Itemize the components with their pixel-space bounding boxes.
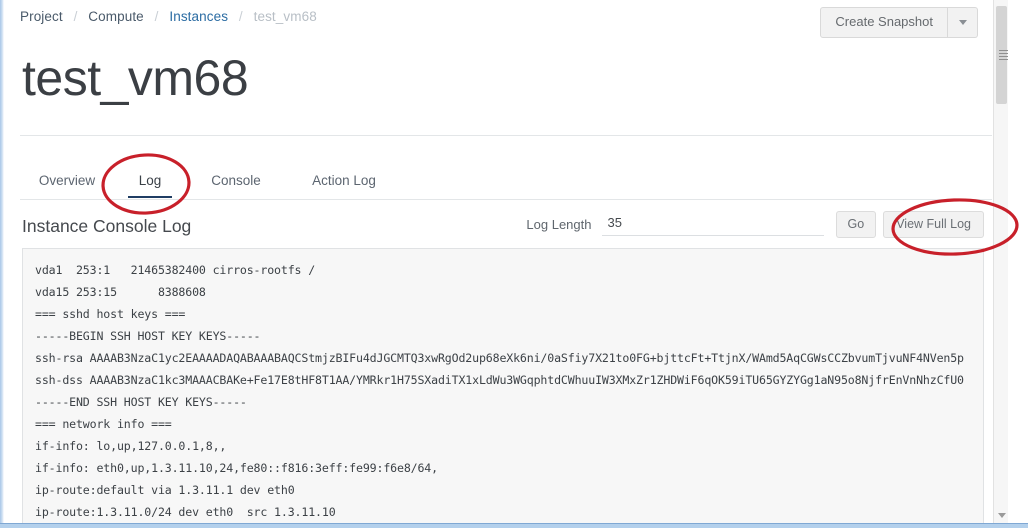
breadcrumb: Project / Compute / Instances / test_vm6…: [20, 9, 317, 24]
log-line: ip-route:1.3.11.0/24 dev eth0 src 1.3.11…: [35, 505, 336, 519]
log-line: === sshd host keys ===: [35, 307, 186, 321]
page-title: test_vm68: [22, 50, 249, 106]
grip-lines-icon: [999, 50, 1008, 60]
breadcrumb-separator: /: [154, 9, 159, 24]
log-length-input[interactable]: [601, 212, 824, 236]
log-line: if-info: lo,up,127.0.0.1,8,,: [35, 439, 227, 453]
actions-dropdown-button[interactable]: [948, 7, 978, 39]
tab-action-log[interactable]: Action Log: [286, 166, 402, 197]
log-line: -----BEGIN SSH HOST KEY KEYS-----: [35, 329, 261, 343]
breadcrumb-separator: /: [73, 9, 78, 24]
log-line: ssh-rsa AAAAB3NzaC1yc2EAAAADAQABAAABAQCS…: [35, 351, 964, 365]
breadcrumb-item-instances[interactable]: Instances: [169, 9, 228, 24]
breadcrumb-separator: /: [238, 9, 243, 24]
tab-console[interactable]: Console: [186, 166, 286, 197]
scrollbar-thumb[interactable]: [996, 6, 1008, 104]
section-heading-instance-console-log: Instance Console Log: [22, 216, 192, 236]
breadcrumb-item-project[interactable]: Project: [20, 9, 63, 24]
browser-viewport: Project / Compute / Instances / test_vm6…: [0, 0, 1028, 528]
log-line: vda1 253:1 21465382400 cirros-rootfs /: [35, 263, 316, 277]
window-bottom-edge: [0, 523, 1028, 528]
tab-overview[interactable]: Overview: [20, 166, 114, 197]
log-line: -----END SSH HOST KEY KEYS-----: [35, 395, 247, 409]
log-line: ssh-dss AAAAB3NzaC1kc3MAAACBAKe+Fe17E8tH…: [35, 373, 964, 387]
log-line: ip-route:default via 1.3.11.1 dev eth0: [35, 483, 295, 497]
view-full-log-button[interactable]: View Full Log: [883, 210, 984, 238]
log-length-label: Log Length: [526, 216, 592, 232]
console-log-panel[interactable]: vda1 253:1 21465382400 cirros-rootfs / v…: [22, 248, 984, 523]
chevron-down-icon: [958, 20, 967, 26]
instance-detail-page: Project / Compute / Instances / test_vm6…: [4, 0, 1008, 523]
log-length-controls: Log Length Go View Full Log: [526, 210, 984, 238]
page-scrollbar[interactable]: [993, 0, 1008, 523]
tab-log[interactable]: Log: [114, 166, 186, 198]
breadcrumb-item-current: test_vm68: [253, 9, 317, 24]
breadcrumb-item-compute[interactable]: Compute: [88, 9, 143, 24]
log-line: if-info: eth0,up,1.3.11.10,24,fe80::f816…: [35, 461, 438, 475]
instance-actions-group: Create Snapshot: [820, 7, 978, 39]
go-button[interactable]: Go: [835, 210, 877, 238]
log-line: vda15 253:15 8388608: [35, 285, 206, 299]
page-header: test_vm68: [20, 50, 992, 136]
create-snapshot-button[interactable]: Create Snapshot: [820, 7, 948, 39]
header-divider: [20, 135, 992, 136]
log-line: === network info ===: [35, 417, 172, 431]
detail-tabs: Overview Log Console Action Log: [20, 166, 992, 200]
chevron-down-icon[interactable]: [998, 513, 1006, 518]
